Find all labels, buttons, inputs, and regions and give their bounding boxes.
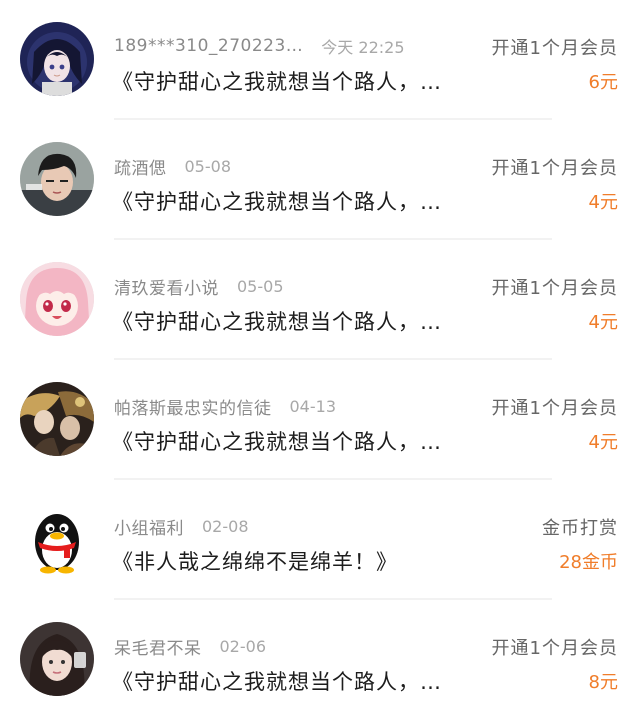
reward-amount: 6元 bbox=[588, 72, 618, 93]
name-line: 帕落斯最忠实的信徒 04-13 bbox=[114, 394, 337, 419]
timestamp: 05-08 bbox=[184, 156, 232, 176]
list-item[interactable]: 189***310_270223… 今天 22:25 《守护甜心之我就想当个路人… bbox=[0, 0, 640, 120]
username[interactable]: 189***310_270223… bbox=[114, 36, 303, 56]
list-item[interactable]: 小组福利 02-08 《非人哉之绵绵不是绵羊！》 金币打赏 28金币 bbox=[0, 480, 640, 600]
list-item[interactable]: 清玖爱看小说 05-05 《守护甜心之我就想当个路人，… 开通1个月会员 4元 bbox=[0, 240, 640, 360]
username[interactable]: 帕落斯最忠实的信徒 bbox=[114, 394, 272, 419]
book-title[interactable]: 《守护甜心之我就想当个路人，… bbox=[112, 426, 442, 456]
reward-amount: 4元 bbox=[588, 312, 618, 333]
reward-action: 开通1个月会员 bbox=[491, 638, 618, 659]
list-item[interactable]: 呆毛君不呆 02-06 《守护甜心之我就想当个路人，… 开通1个月会员 8元 bbox=[0, 600, 640, 720]
timestamp: 04-13 bbox=[289, 396, 337, 416]
reward-action: 开通1个月会员 bbox=[491, 158, 618, 179]
book-title[interactable]: 《守护甜心之我就想当个路人，… bbox=[112, 66, 442, 96]
timestamp: 今天 22:25 bbox=[321, 38, 405, 57]
reward-record-list: 189***310_270223… 今天 22:25 《守护甜心之我就想当个路人… bbox=[0, 0, 640, 722]
penguin-avatar-icon[interactable] bbox=[20, 502, 94, 576]
book-title[interactable]: 《非人哉之绵绵不是绵羊！》 bbox=[112, 546, 398, 576]
username[interactable]: 清玖爱看小说 bbox=[114, 274, 219, 299]
username[interactable]: 小组福利 bbox=[114, 514, 184, 539]
book-title[interactable]: 《守护甜心之我就想当个路人，… bbox=[112, 306, 442, 336]
timestamp: 02-06 bbox=[219, 636, 267, 656]
boy-photo-avatar-icon[interactable] bbox=[20, 142, 94, 216]
girl-photo-avatar-icon[interactable] bbox=[20, 622, 94, 696]
name-line: 小组福利 02-08 bbox=[114, 514, 249, 539]
reward-amount: 4元 bbox=[588, 432, 618, 453]
book-title[interactable]: 《守护甜心之我就想当个路人，… bbox=[112, 186, 442, 216]
reward-amount: 8元 bbox=[588, 672, 618, 693]
anime-characters-avatar-icon[interactable] bbox=[20, 382, 94, 456]
reward-action: 开通1个月会员 bbox=[491, 398, 618, 419]
name-line: 疏酒偲 05-08 bbox=[114, 154, 232, 179]
anime-girl-pink-avatar-icon[interactable] bbox=[20, 262, 94, 336]
username[interactable]: 呆毛君不呆 bbox=[114, 634, 202, 659]
book-title[interactable]: 《守护甜心之我就想当个路人，… bbox=[112, 666, 442, 696]
reward-action: 开通1个月会员 bbox=[491, 278, 618, 299]
reward-action: 开通1个月会员 bbox=[491, 38, 618, 59]
timestamp: 02-08 bbox=[202, 516, 249, 536]
reward-amount: 4元 bbox=[588, 192, 618, 213]
anime-girl-dark-hair-avatar-icon[interactable] bbox=[20, 22, 94, 96]
timestamp: 05-05 bbox=[237, 276, 284, 296]
list-item[interactable]: 帕落斯最忠实的信徒 04-13 《守护甜心之我就想当个路人，… 开通1个月会员 … bbox=[0, 360, 640, 480]
username[interactable]: 疏酒偲 bbox=[114, 154, 167, 179]
name-line: 清玖爱看小说 05-05 bbox=[114, 274, 284, 299]
name-line: 189***310_270223… 今天 22:25 bbox=[114, 34, 405, 58]
reward-action: 金币打赏 bbox=[542, 518, 618, 539]
list-item[interactable]: 疏酒偲 05-08 《守护甜心之我就想当个路人，… 开通1个月会员 4元 bbox=[0, 120, 640, 240]
name-line: 呆毛君不呆 02-06 bbox=[114, 634, 267, 659]
reward-amount: 28金币 bbox=[559, 552, 618, 573]
